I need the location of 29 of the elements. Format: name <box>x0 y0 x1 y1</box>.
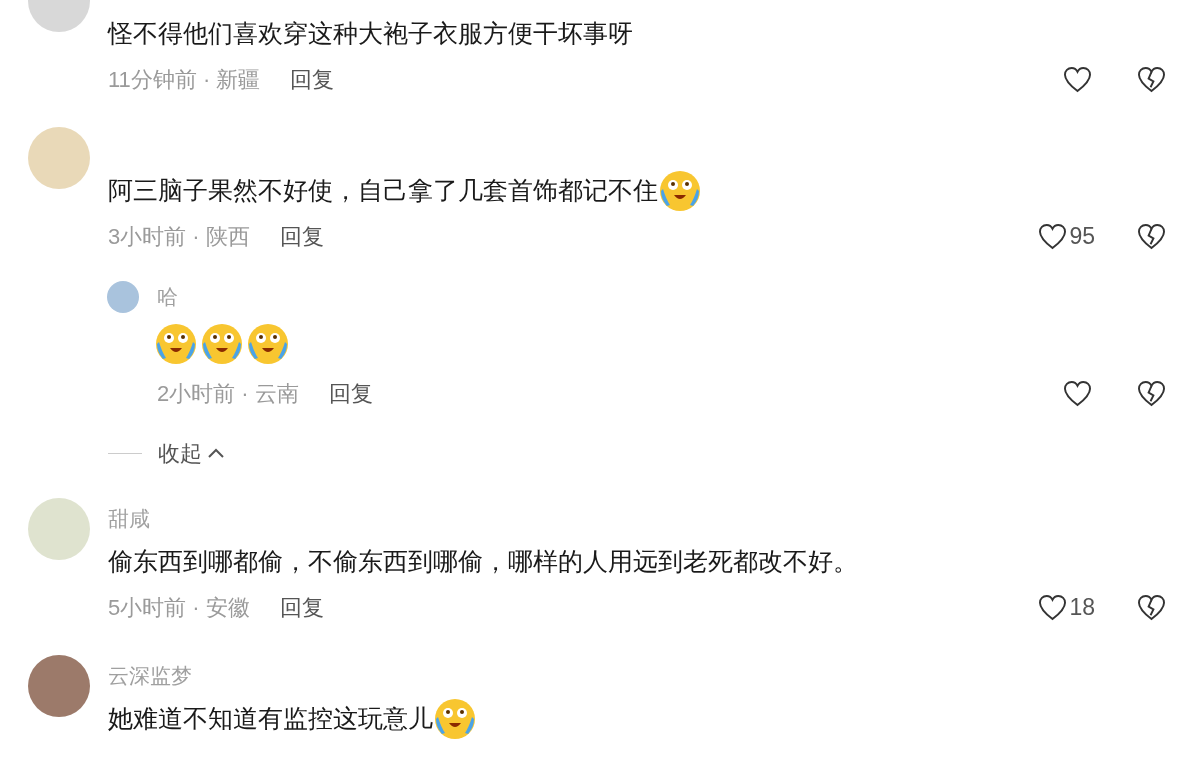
laughing-crying-emoji-icon <box>433 697 477 741</box>
comment-text: 她难道不知道有监控这玩意儿 <box>108 703 433 735</box>
comment-text: 阿三脑子果然不好使，自己拿了几套首饰都记不住 <box>108 175 658 207</box>
laughing-crying-emoji-icon <box>200 322 244 366</box>
reply-button[interactable]: 回复 <box>279 219 324 253</box>
heart-icon[interactable] <box>1063 379 1092 407</box>
caret-icon <box>208 448 224 458</box>
heart-icon[interactable] <box>1038 593 1068 621</box>
reply-button[interactable]: 回复 <box>290 62 335 96</box>
like-count: 95 <box>1069 221 1095 251</box>
comment-time-location: 2小时前 · 云南 <box>157 379 299 408</box>
reply-button[interactable]: 回复 <box>328 376 373 410</box>
laughing-crying-emoji-icon <box>246 322 290 366</box>
laughing-crying-emoji-icon <box>154 322 198 366</box>
broken-heart-icon[interactable] <box>1137 222 1166 250</box>
like-count: 18 <box>1069 592 1095 622</box>
broken-heart-icon[interactable] <box>1137 379 1166 407</box>
comment-time-location: 11分钟前 · 新疆 <box>108 65 261 94</box>
comment-time-location: 5小时前 · 安徽 <box>108 593 250 622</box>
comment-text: 怪不得他们喜欢穿这种大袍子衣服方便干坏事呀 <box>108 18 633 50</box>
collapse-button[interactable]: 收起 <box>158 436 224 470</box>
comment-time-location: 3小时前 · 陕西 <box>108 222 250 251</box>
laughing-crying-emoji-icon <box>658 169 702 213</box>
reply-button[interactable]: 回复 <box>279 590 324 624</box>
heart-icon[interactable] <box>1063 65 1092 93</box>
broken-heart-icon[interactable] <box>1137 593 1166 621</box>
broken-heart-icon[interactable] <box>1137 65 1166 93</box>
comment-text: 偷东西到哪都偷，不偷东西到哪偷，哪样的人用远到老死都改不好。 <box>108 546 858 578</box>
heart-icon[interactable] <box>1038 222 1068 250</box>
